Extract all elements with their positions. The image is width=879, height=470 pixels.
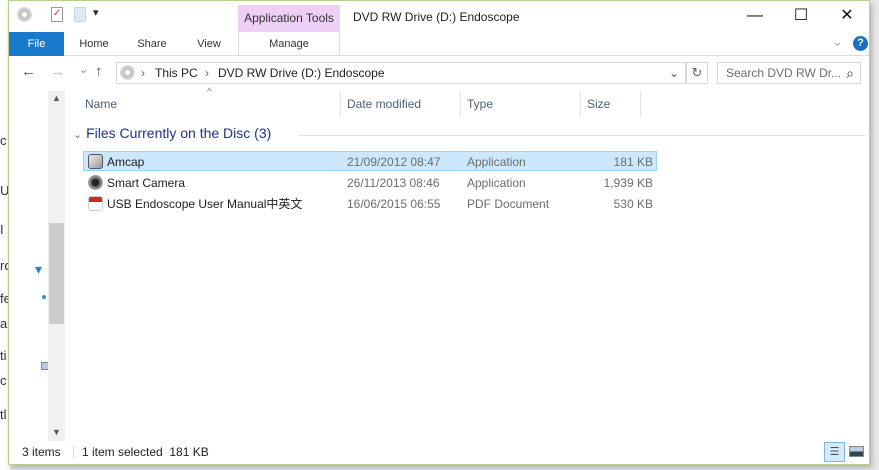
webcam-icon [88,175,103,190]
group-collapse-icon[interactable]: ⌄ [73,129,82,141]
help-icon[interactable]: ? [853,36,868,51]
customize-toolbar-icon[interactable]: ▾ [93,6,99,19]
bg-text: tl [0,407,7,422]
file-date: 26/11/2013 08:46 [347,176,440,190]
file-row[interactable]: USB Endoscope User Manual中英文 16/06/2015 … [83,193,657,213]
refresh-button[interactable]: ↻ [686,62,708,84]
scrollbar-thumb[interactable] [49,223,64,324]
context-tab-group: Application Tools [238,5,340,32]
pdf-icon [88,196,103,211]
group-divider [299,135,865,136]
ribbon-collapse-icon[interactable]: ⌄ [832,34,843,50]
minimize-button[interactable]: — [732,5,778,27]
file-size: 530 KB [613,197,653,211]
details-view-button[interactable]: ☰ [824,442,845,462]
bg-text: c [0,133,7,148]
file-type: Application [467,155,526,169]
file-row[interactable]: Smart Camera 26/11/2013 08:46 Applicatio… [83,172,657,192]
breadcrumb-this-pc[interactable]: This PC [155,63,198,83]
close-button[interactable]: ✕ [824,5,870,27]
large-icons-view-button[interactable] [849,446,864,457]
file-name: Smart Camera [107,176,186,190]
nav-dot-icon [42,295,46,299]
breadcrumb-separator[interactable]: › [141,63,145,83]
new-folder-icon[interactable] [74,7,86,22]
search-input[interactable]: Search DVD RW Dr... ⌕ [717,62,861,84]
file-type: PDF Document [467,197,550,211]
tab-manage[interactable]: Manage [238,32,340,56]
tab-file[interactable]: File [9,32,64,56]
scroll-down-icon[interactable]: ▼ [52,427,61,437]
address-bar[interactable]: › This PC › DVD RW Drive (D:) Endoscope … [116,62,686,84]
file-size: 1,939 KB [603,176,653,190]
file-date: 21/09/2012 08:47 [347,155,441,169]
breadcrumb-drive[interactable]: DVD RW Drive (D:) Endoscope [218,63,385,83]
file-size: 181 KB [613,155,653,169]
disc-drive-icon [120,65,135,80]
bg-text: ti [0,348,7,363]
properties-icon[interactable]: ✓ [51,7,63,22]
bg-text: a [0,316,8,331]
status-divider [73,446,74,458]
selection-info: 1 item selected 181 KB [82,445,209,459]
tab-view[interactable]: View [184,32,234,56]
disc-drive-icon [17,7,32,22]
status-bar: 3 items 1 item selected 181 KB ☰ [9,441,869,463]
column-header-type[interactable]: Type [461,91,581,117]
up-button[interactable]: ↑ [95,63,103,80]
bg-text: c [0,373,7,388]
file-type: Application [467,176,526,190]
file-name: Amcap [107,155,145,169]
column-header-size[interactable]: Size [581,91,641,117]
column-header-date[interactable]: Date modified [341,91,461,117]
back-button[interactable]: ← [21,63,36,80]
search-icon: ⌕ [846,65,854,81]
file-name: USB Endoscope User Manual中英文 [107,197,303,211]
file-row[interactable]: Amcap 21/09/2012 08:47 Application 181 K… [83,151,657,171]
scroll-up-icon[interactable]: ▲ [52,93,61,103]
tab-share[interactable]: Share [127,32,177,56]
group-header[interactable]: ⌄ Files Currently on the Disc (3) [73,125,271,141]
recent-locations-button[interactable]: ⌄ [79,63,88,76]
breadcrumb-separator[interactable]: › [205,63,209,83]
forward-button[interactable]: → [50,63,65,80]
maximize-button[interactable]: ☐ [778,5,824,27]
search-placeholder: Search DVD RW Dr... [726,66,842,80]
group-label: Files Currently on the Disc (3) [86,125,272,141]
address-dropdown-icon[interactable]: ⌄ [669,63,679,83]
tab-home[interactable]: Home [69,32,119,56]
nav-pin-icon: ▾ [35,261,43,277]
ribbon-tabs: File Home Share View Manage ⌄ [9,32,869,56]
title-bar: ✓ ▾ Application Tools DVD RW Drive (D:) … [9,1,869,32]
column-header-name[interactable]: Name [79,91,341,117]
bg-text: I [0,222,4,237]
window-title: DVD RW Drive (D:) Endoscope [353,10,520,24]
explorer-window: ✓ ▾ Application Tools DVD RW Drive (D:) … [8,0,870,465]
camera-app-icon [88,154,103,169]
file-date: 16/06/2015 06:55 [347,197,441,211]
item-count: 3 items [22,445,61,459]
